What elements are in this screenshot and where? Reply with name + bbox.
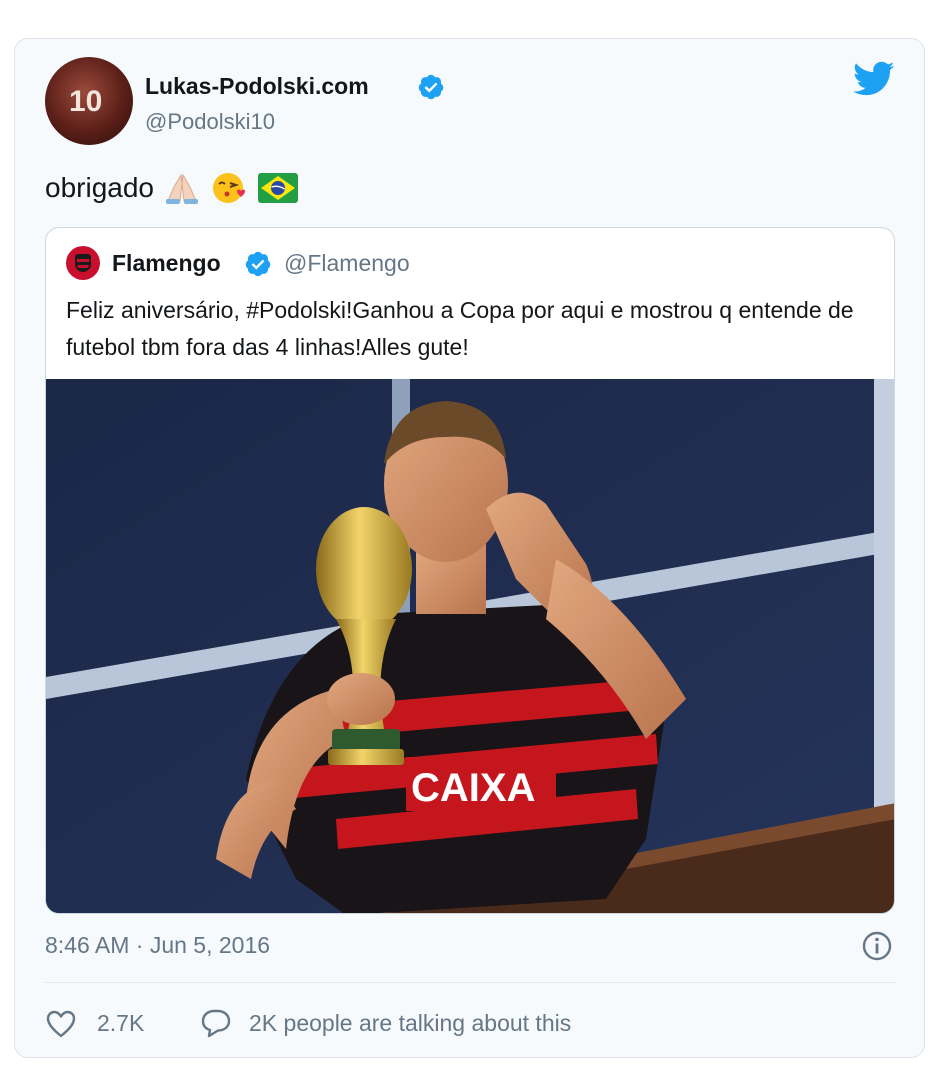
- talking-about-link[interactable]: 2K people are talking about this: [249, 1010, 571, 1037]
- verified-badge-icon: [245, 251, 271, 277]
- face-blowing-kiss-icon: [212, 173, 246, 203]
- quoted-author-handle[interactable]: @Flamengo: [284, 250, 410, 277]
- divider: [45, 982, 896, 983]
- brazil-flag-icon: [257, 173, 298, 203]
- tweet-text: obrigado: [45, 171, 298, 205]
- like-count[interactable]: 2.7K: [97, 1010, 144, 1037]
- shirt-sponsor-text: CAIXA: [411, 766, 535, 810]
- flamengo-avatar[interactable]: [66, 246, 100, 280]
- info-icon[interactable]: [861, 930, 893, 962]
- verified-badge-icon: [418, 74, 444, 100]
- tweet-timestamp[interactable]: 8:46 AM · Jun 5, 2016: [45, 932, 270, 959]
- quoted-tweet-text: Feliz aniversário, #Podolski!Ganhou a Co…: [66, 297, 854, 360]
- heart-icon[interactable]: [45, 1009, 77, 1039]
- tweet-card[interactable]: 10 Lukas-Podolski.com @Podolski10 obriga…: [14, 38, 925, 1058]
- folded-hands-icon: [165, 173, 198, 204]
- quoted-author-name[interactable]: Flamengo: [112, 250, 221, 277]
- photo-illustration: CAIXA: [46, 379, 894, 913]
- author-handle[interactable]: @Podolski10: [145, 109, 275, 135]
- quoted-tweet-photo[interactable]: CAIXA: [46, 379, 894, 913]
- avatar-jersey-number: 10: [69, 85, 103, 118]
- author-avatar[interactable]: 10: [45, 57, 133, 145]
- twitter-bird-icon[interactable]: [853, 61, 895, 97]
- tweet-text-content: obrigado: [45, 172, 154, 203]
- quoted-tweet[interactable]: Flamengo @Flamengo Feliz aniversário, #P…: [45, 227, 895, 914]
- author-name[interactable]: Lukas-Podolski.com: [145, 73, 369, 100]
- speech-bubble-icon[interactable]: [199, 1007, 233, 1039]
- flamengo-crest-icon: [75, 254, 91, 272]
